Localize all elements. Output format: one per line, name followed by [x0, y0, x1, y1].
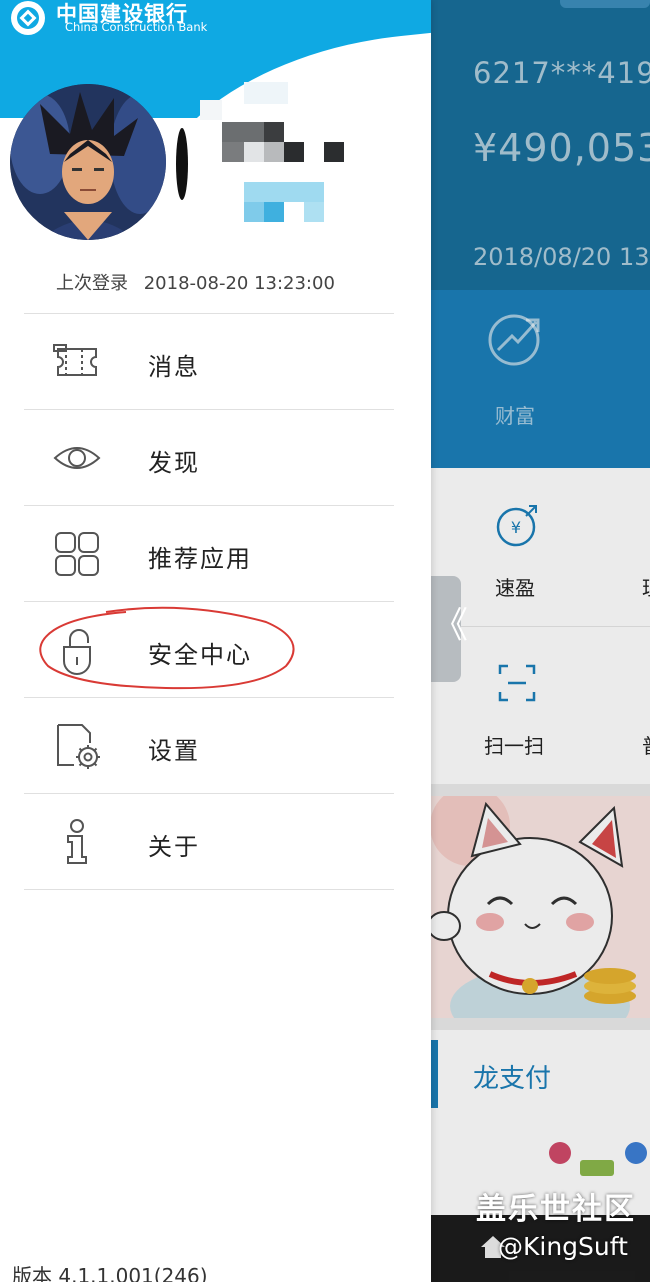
menu-item-about[interactable]: 关于 [24, 795, 394, 889]
menu-label-about: 关于 [148, 833, 200, 861]
menu-divider [24, 409, 394, 410]
menu-divider [24, 889, 394, 890]
menu-divider [24, 697, 394, 698]
last-login-label: 上次登录 [56, 273, 128, 294]
ccb-logo-icon [11, 1, 45, 35]
menu-item-messages[interactable]: 消息 [24, 315, 394, 409]
menu-label-settings: 设置 [148, 737, 200, 765]
avatar[interactable] [10, 84, 166, 240]
drawer-collapse-handle[interactable]: 《 [430, 576, 468, 682]
menu-label-discover: 发现 [148, 449, 200, 477]
watermark-site: 盖乐世社区 [476, 1192, 636, 1227]
last-login: 上次登录 2018-08-20 13:23:00 [56, 269, 345, 295]
settings-document-icon [57, 724, 100, 769]
ticket-icon [53, 344, 97, 376]
menu-divider [24, 793, 394, 794]
menu-label-messages: 消息 [148, 353, 200, 381]
apps-grid-icon [55, 532, 99, 576]
watermark-handle: @KingSuft [498, 1232, 628, 1261]
avatar-image [10, 84, 166, 240]
bank-name-en: China Construction Bank [65, 20, 208, 34]
double-chevron-left-icon: 《 [432, 605, 469, 646]
bank-logo: 中国建设银行 China Construction Bank [8, 0, 248, 40]
menu-item-discover[interactable]: 发现 [24, 411, 394, 505]
hand-drawn-annotation-circle [39, 606, 295, 690]
menu-divider [24, 313, 394, 314]
menu-label-recommended-apps: 推荐应用 [148, 545, 252, 573]
app-version: 版本 4.1.1.001(246) [12, 1264, 208, 1282]
menu-item-recommended-apps[interactable]: 推荐应用 [24, 507, 394, 601]
menu-item-settings[interactable]: 设置 [24, 699, 394, 793]
menu-divider [24, 505, 394, 506]
secondary-avatar-edge [176, 128, 188, 200]
menu-divider [24, 601, 394, 602]
info-icon [67, 819, 87, 864]
side-drawer: 中国建设银行 China Construction Bank 上次登录 2018… [0, 0, 431, 1282]
eye-icon [53, 447, 101, 469]
last-login-time: 2018-08-20 13:23:00 [143, 273, 335, 294]
